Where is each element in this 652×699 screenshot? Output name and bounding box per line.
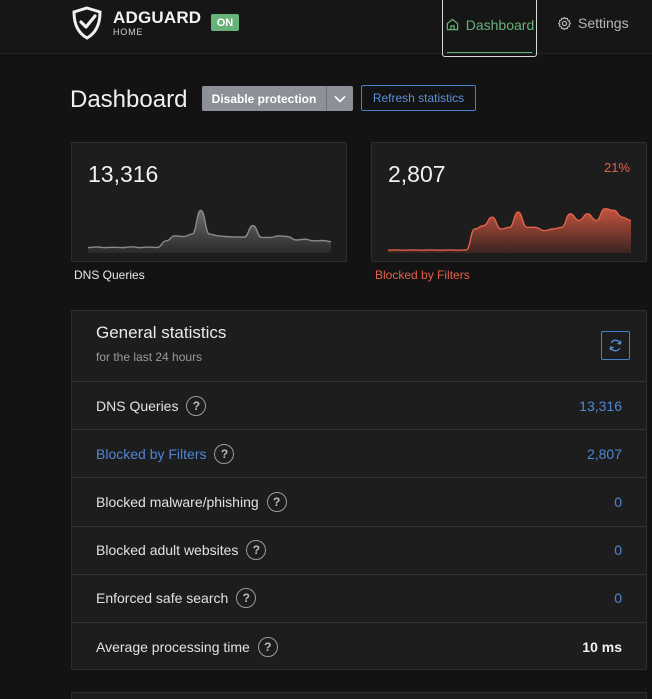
stat-row-label: DNS Queries	[96, 397, 179, 414]
stat-row-value: 10 ms	[582, 639, 622, 656]
help-icon[interactable]: ?	[257, 637, 278, 658]
dns-queries-card: 13,316	[71, 142, 347, 262]
help-icon[interactable]: ?	[214, 443, 235, 464]
stat-row: Blocked adult websites? 0	[72, 527, 646, 575]
stat-row-value: 2,807	[586, 445, 622, 462]
blocked-filters-card: 2,807 21%	[371, 142, 647, 262]
blocked-filters-label[interactable]: Blocked by Filters	[375, 268, 470, 282]
nav-settings-label: Settings	[578, 15, 629, 31]
brand-sub: HOME	[113, 27, 144, 37]
general-statistics-card: General statistics for the last 24 hours…	[71, 310, 647, 670]
stat-row-label: Blocked by Filters	[96, 445, 207, 462]
general-statistics-title: General statistics	[96, 323, 227, 342]
dns-queries-value: 13,316	[88, 161, 159, 187]
stat-row-name: DNS Queries?	[96, 395, 207, 416]
refresh-statistics-button[interactable]: Refresh statistics	[361, 85, 476, 111]
blocked-percent: 21%	[603, 160, 630, 175]
general-statistics-header: General statistics for the last 24 hours	[72, 311, 646, 382]
chart-area	[388, 208, 631, 253]
nav-settings[interactable]: Settings	[557, 12, 629, 34]
stat-row-value: 0	[614, 590, 622, 607]
general-statistics-list: DNS Queries? 13,316 Blocked by Filters? 2,8…	[72, 382, 646, 671]
gear-icon	[557, 16, 572, 30]
refresh-stats-button[interactable]	[601, 331, 630, 360]
dns-queries-label: DNS Queries	[74, 268, 145, 282]
protection-status-badge: ON	[211, 14, 239, 31]
stat-row-value: 0	[614, 493, 622, 510]
stat-row-label: Blocked adult websites	[96, 542, 239, 559]
help-icon[interactable]: ?	[186, 395, 207, 416]
stat-row-name: Blocked malware/phishing?	[96, 491, 287, 512]
chevron-down-icon	[334, 95, 346, 103]
nav-dashboard[interactable]: Dashboard	[442, 0, 537, 57]
stat-row: Blocked malware/phishing? 0	[72, 478, 646, 527]
refresh-icon	[609, 339, 622, 352]
help-icon[interactable]: ?	[236, 588, 257, 609]
stat-row: DNS Queries? 13,316	[72, 382, 646, 431]
dns-queries-chart	[88, 209, 331, 253]
home-icon	[446, 18, 459, 31]
stat-row-name: Blocked adult websites?	[96, 540, 267, 561]
stat-row-label: Average processing time	[96, 639, 250, 656]
nav-dashboard-label: Dashboard	[465, 16, 535, 33]
stat-row-name: Enforced safe search?	[96, 588, 257, 609]
stat-row: Enforced safe search? 0	[72, 575, 646, 623]
stat-row-label: Blocked malware/phishing	[96, 493, 259, 510]
blocked-filters-value: 2,807	[388, 161, 446, 187]
disable-protection-label[interactable]: Disable protection	[202, 86, 326, 111]
stat-row: Average processing time? 10 ms	[72, 623, 646, 671]
logo[interactable]: ADGUARD HOME	[70, 6, 201, 40]
top-header: ADGUARD HOME ON Dashboard Settings	[0, 0, 652, 57]
help-icon[interactable]: ?	[246, 540, 267, 561]
next-card	[71, 692, 647, 699]
stat-row: Blocked by Filters? 2,807	[72, 430, 646, 479]
stat-row-label: Enforced safe search	[96, 590, 229, 607]
stat-row-value: 13,316	[579, 397, 622, 414]
chart-area	[88, 210, 331, 253]
stat-row-name[interactable]: Blocked by Filters?	[96, 443, 235, 464]
disable-protection-dropdown[interactable]	[326, 86, 353, 111]
help-icon[interactable]: ?	[266, 491, 287, 512]
general-statistics-subtitle: for the last 24 hours	[96, 350, 203, 364]
stat-row-value: 0	[614, 542, 622, 559]
brand-name: ADGUARD	[113, 8, 202, 27]
stat-row-name: Average processing time?	[96, 637, 278, 658]
adguard-shield-icon	[72, 6, 102, 40]
disable-protection-button[interactable]: Disable protection	[202, 86, 353, 111]
blocked-filters-chart	[388, 207, 631, 253]
page-title: Dashboard	[70, 86, 188, 113]
